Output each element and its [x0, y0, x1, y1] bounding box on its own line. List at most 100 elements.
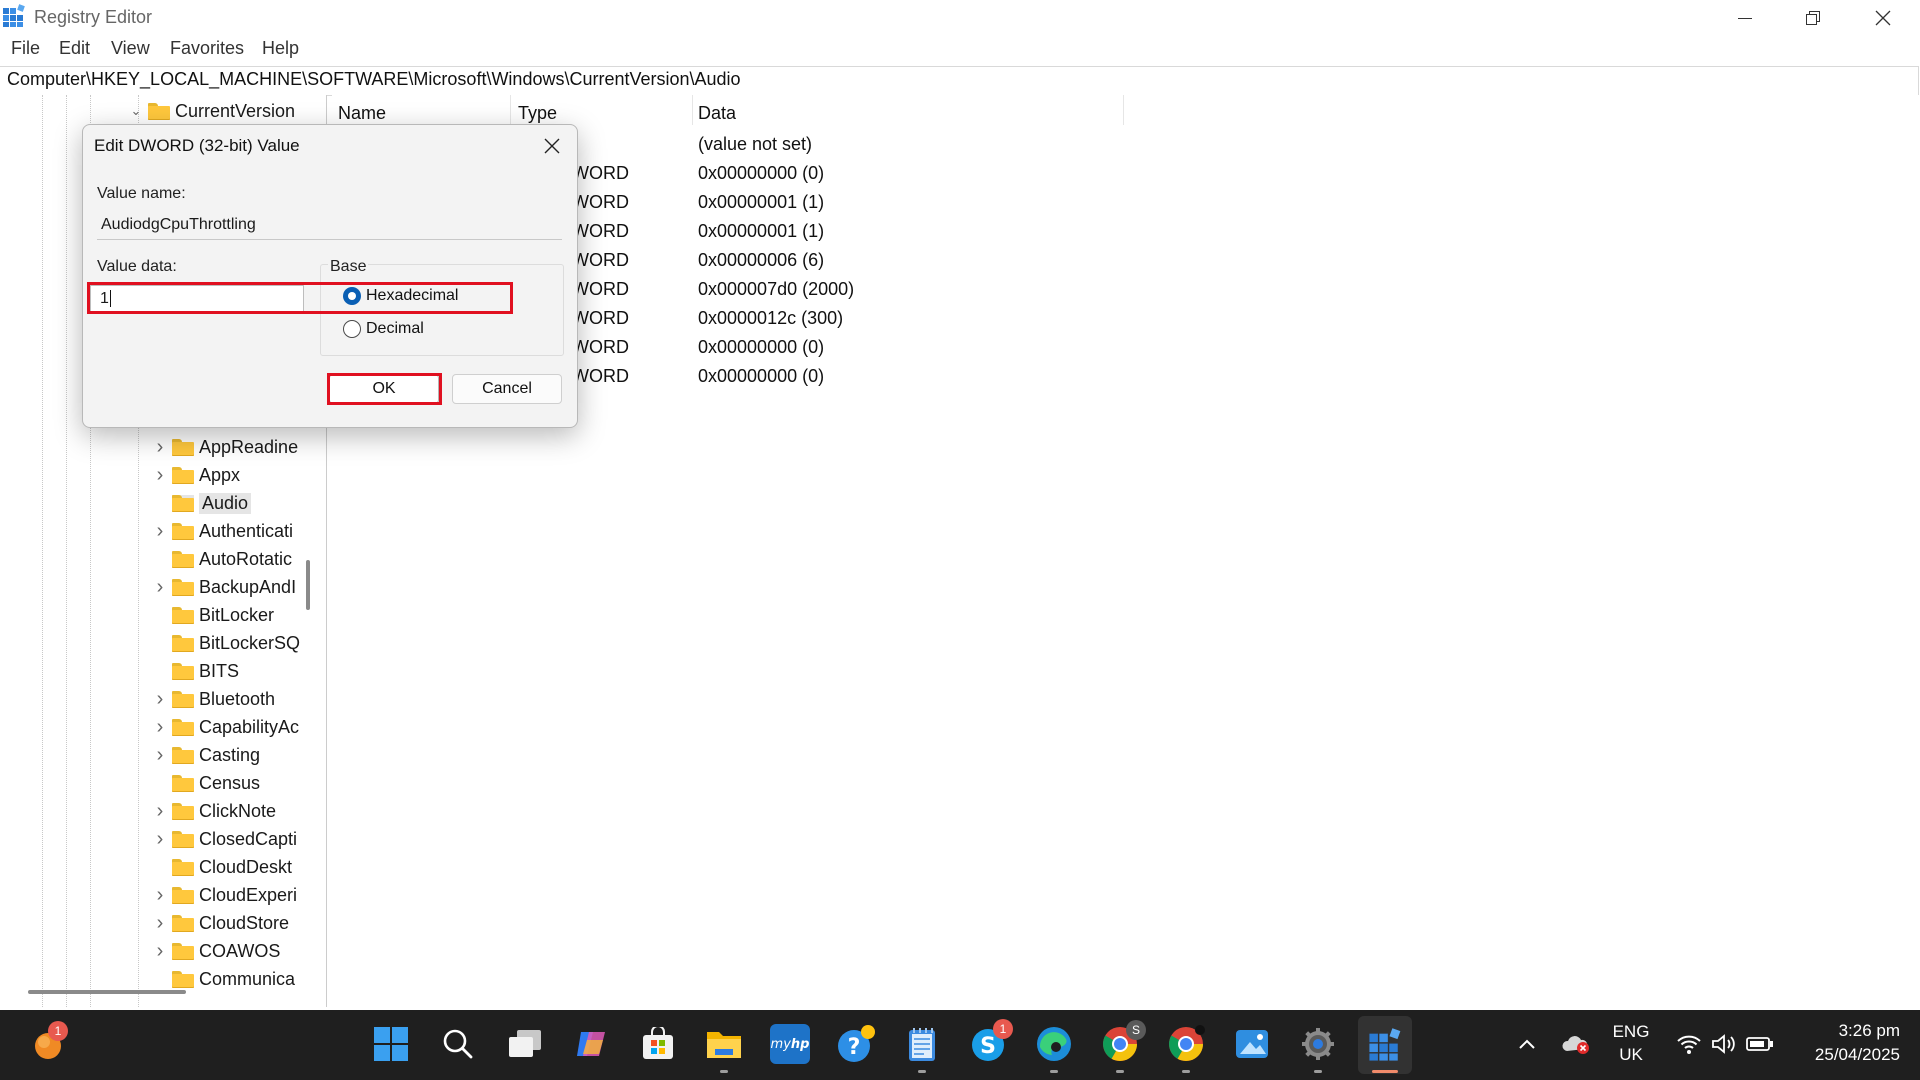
- chrome-profile-button[interactable]: [1166, 1024, 1206, 1064]
- value-data-cell[interactable]: 0x000007d0 (2000): [698, 279, 854, 300]
- onedrive-button[interactable]: [1556, 1024, 1596, 1064]
- tree-item[interactable]: › CapabilityAc: [152, 714, 299, 740]
- chevron-down-icon[interactable]: ⌄: [128, 103, 144, 119]
- chevron-right-icon[interactable]: ›: [152, 828, 168, 851]
- value-type-cell[interactable]: WORD: [572, 221, 629, 242]
- microsoft-store-button[interactable]: [638, 1024, 678, 1064]
- column-separator[interactable]: [692, 95, 693, 125]
- value-data-cell[interactable]: 0x0000012c (300): [698, 308, 843, 329]
- tree-item[interactable]: BITS: [152, 658, 239, 684]
- chevron-right-icon[interactable]: ›: [152, 744, 168, 767]
- column-separator[interactable]: [510, 95, 511, 125]
- value-type-cell[interactable]: WORD: [572, 163, 629, 184]
- column-header-data[interactable]: Data: [698, 103, 736, 124]
- address-path[interactable]: Computer\HKEY_LOCAL_MACHINE\SOFTWARE\Mic…: [7, 69, 741, 90]
- tree-item[interactable]: › ClickNote: [152, 798, 276, 824]
- myhp-button[interactable]: myhp: [770, 1024, 810, 1064]
- tree-horizontal-scrollbar[interactable]: [28, 990, 186, 994]
- value-data-cell[interactable]: 0x00000000 (0): [698, 366, 824, 387]
- chevron-right-icon[interactable]: ›: [152, 940, 168, 963]
- clock-time[interactable]: 3:26 pm: [1790, 1021, 1900, 1041]
- tree-item[interactable]: Census: [152, 770, 260, 796]
- get-help-button[interactable]: ?: [836, 1024, 876, 1064]
- value-data-cell[interactable]: 0x00000000 (0): [698, 163, 824, 184]
- value-type-cell[interactable]: WORD: [572, 250, 629, 271]
- value-data-cell[interactable]: (value not set): [698, 134, 812, 155]
- battery-button[interactable]: [1740, 1024, 1780, 1064]
- folder-icon: [172, 970, 194, 988]
- close-window-button[interactable]: [1848, 0, 1918, 36]
- tree-item[interactable]: › COAWOS: [152, 938, 281, 964]
- value-type-cell[interactable]: WORD: [572, 279, 629, 300]
- copilot-button[interactable]: [571, 1024, 611, 1064]
- decimal-radio[interactable]: [343, 320, 361, 338]
- tree-item[interactable]: Communica: [152, 966, 295, 992]
- settings-button[interactable]: [1298, 1024, 1338, 1064]
- tree-item[interactable]: › AppReadine: [152, 434, 298, 460]
- search-button[interactable]: [438, 1024, 478, 1064]
- chevron-right-icon[interactable]: ›: [152, 688, 168, 711]
- value-data-cell[interactable]: 0x00000001 (1): [698, 221, 824, 242]
- value-data-cell[interactable]: 0x00000000 (0): [698, 337, 824, 358]
- value-data-cell[interactable]: 0x00000001 (1): [698, 192, 824, 213]
- volume-button[interactable]: [1704, 1024, 1744, 1064]
- task-view-button[interactable]: [505, 1024, 545, 1064]
- tree-item[interactable]: BitLockerSQ: [152, 630, 300, 656]
- folder-icon: [172, 466, 194, 484]
- file-explorer-button[interactable]: [704, 1024, 744, 1064]
- chevron-right-icon[interactable]: ›: [152, 520, 168, 543]
- language-indicator[interactable]: ENG: [1610, 1022, 1652, 1042]
- tree-item[interactable]: › Appx: [152, 462, 240, 488]
- registry-editor-taskbar-button[interactable]: [1358, 1016, 1412, 1074]
- chevron-right-icon[interactable]: ›: [152, 436, 168, 459]
- tree-item[interactable]: AutoRotatic: [152, 546, 292, 572]
- tree-item[interactable]: BitLocker: [152, 602, 274, 628]
- column-header-type[interactable]: Type: [518, 103, 557, 124]
- paint-button[interactable]: [1232, 1024, 1272, 1064]
- value-type-cell[interactable]: WORD: [572, 366, 629, 387]
- edge-button[interactable]: [1034, 1024, 1074, 1064]
- chevron-right-icon[interactable]: ›: [152, 716, 168, 739]
- column-header-name[interactable]: Name: [338, 103, 386, 124]
- wifi-button[interactable]: [1669, 1024, 1709, 1064]
- chevron-right-icon[interactable]: ›: [152, 800, 168, 823]
- chevron-right-icon[interactable]: ›: [152, 884, 168, 907]
- value-type-cell[interactable]: WORD: [572, 192, 629, 213]
- tree-item[interactable]: › CloudStore: [152, 910, 289, 936]
- tree-item[interactable]: › Casting: [152, 742, 260, 768]
- chevron-right-icon[interactable]: ›: [152, 576, 168, 599]
- menu-edit[interactable]: Edit: [59, 38, 90, 59]
- chevron-right-icon[interactable]: ›: [152, 912, 168, 935]
- tree-item[interactable]: Audio: [152, 490, 252, 516]
- tree-item-label: Authenticati: [199, 520, 294, 541]
- dialog-close-button[interactable]: [534, 131, 570, 161]
- tree-item[interactable]: › ClosedCapti: [152, 826, 297, 852]
- tree-item-currentversion[interactable]: ⌄ CurrentVersion: [128, 98, 296, 124]
- tree-item[interactable]: › Authenticati: [152, 518, 293, 544]
- cancel-button[interactable]: Cancel: [452, 374, 562, 404]
- region-indicator[interactable]: UK: [1610, 1045, 1652, 1065]
- tree-item[interactable]: › Bluetooth: [152, 686, 275, 712]
- value-type-cell[interactable]: WORD: [572, 337, 629, 358]
- menu-view[interactable]: View: [111, 38, 150, 59]
- column-separator[interactable]: [1123, 95, 1124, 125]
- menu-file[interactable]: File: [11, 38, 40, 59]
- folder-icon: [707, 1032, 741, 1058]
- notepad-button[interactable]: [902, 1024, 942, 1064]
- menu-favorites[interactable]: Favorites: [170, 38, 244, 59]
- decimal-label[interactable]: Decimal: [366, 320, 424, 338]
- clock-date[interactable]: 25/04/2025: [1790, 1045, 1900, 1065]
- tree-item[interactable]: CloudDeskt: [152, 854, 292, 880]
- show-hidden-icons-button[interactable]: [1507, 1024, 1547, 1064]
- tree-item[interactable]: › BackupAndI: [152, 574, 296, 600]
- chevron-right-icon[interactable]: ›: [152, 464, 168, 487]
- tree-vertical-scrollbar[interactable]: [306, 560, 310, 610]
- value-type-cell[interactable]: WORD: [572, 308, 629, 329]
- value-data-cell[interactable]: 0x00000006 (6): [698, 250, 824, 271]
- windows-logo-icon: [374, 1027, 408, 1061]
- tree-item[interactable]: › CloudExperi: [152, 882, 297, 908]
- start-button[interactable]: [371, 1024, 411, 1064]
- menu-help[interactable]: Help: [262, 38, 299, 59]
- minimize-button[interactable]: [1710, 0, 1780, 36]
- restore-button[interactable]: [1778, 0, 1848, 36]
